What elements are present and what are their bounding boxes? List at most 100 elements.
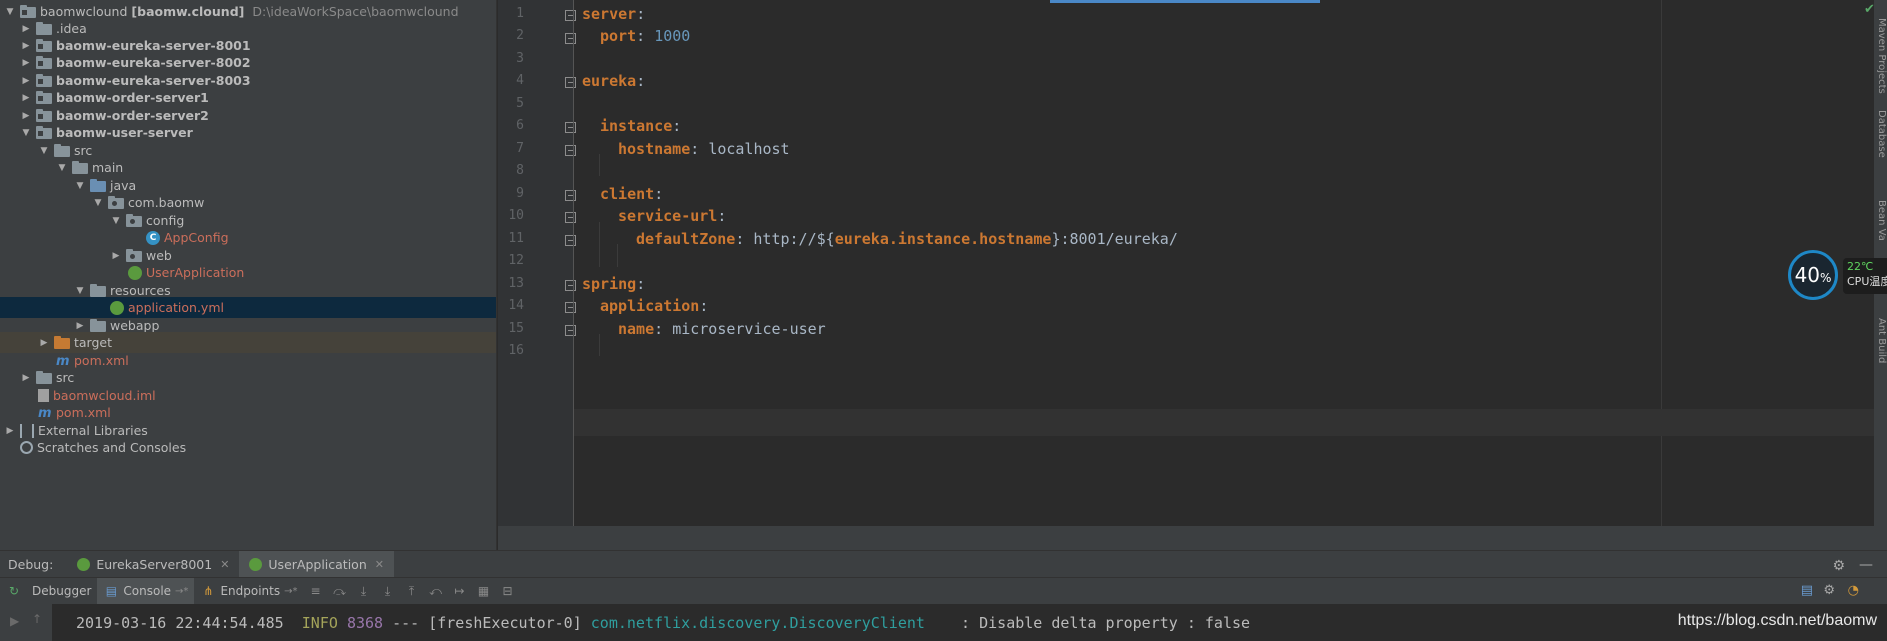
editor-gutter[interactable]: 1 2 3 4 5 6 7 8 9 10 11 12 13 14 15 16 <box>498 0 576 526</box>
chevron-down-icon[interactable]: ▼ <box>38 146 50 156</box>
chevron-right-icon[interactable]: ▶ <box>74 321 86 331</box>
chevron-down-icon[interactable]: ▼ <box>110 216 122 226</box>
debug-tab-userapplication[interactable]: UserApplication ✕ <box>239 550 394 578</box>
chevron-right-icon[interactable]: ▶ <box>38 338 50 348</box>
chevron-down-icon[interactable]: ▼ <box>74 286 86 296</box>
code-editor[interactable]: 1 2 3 4 5 6 7 8 9 10 11 12 13 14 15 16 s… <box>498 0 1887 550</box>
module-folder-icon <box>36 39 52 52</box>
source-folder-icon <box>90 179 106 192</box>
tree-item-label: config <box>146 213 185 228</box>
yaml-key: hostname <box>618 140 691 158</box>
chevron-right-icon[interactable]: ▶ <box>20 373 32 383</box>
fold-marker-icon[interactable] <box>565 235 576 246</box>
code-line-10: service-url: <box>618 207 726 225</box>
debug-toolbar: ↻ Debugger ▤ Console →* ⋔ Endpoints →* ≡ ⤼… <box>0 577 1887 605</box>
chevron-down-icon[interactable]: ▼ <box>92 198 104 208</box>
code-line-4: eureka: <box>582 72 645 90</box>
package-icon <box>126 249 142 262</box>
debug-tab-eureka8001[interactable]: EurekaServer8001 ✕ <box>67 551 239 578</box>
fold-marker-icon[interactable] <box>565 325 576 336</box>
chevron-down-icon[interactable]: ▼ <box>4 7 16 17</box>
chevron-down-icon[interactable]: ▼ <box>20 128 32 138</box>
tool-ant-build[interactable]: Ant Build <box>1876 318 1887 363</box>
tree-item-label: webapp <box>110 318 160 333</box>
chevron-right-icon[interactable]: ▶ <box>20 41 32 51</box>
fold-marker-icon[interactable] <box>565 77 576 88</box>
line-number: 7 <box>516 141 524 156</box>
chevron-right-icon[interactable]: ▶ <box>110 251 122 261</box>
tree-item-scratches[interactable]: Scratches and Consoles <box>0 437 496 458</box>
step-over-icon[interactable]: ⤼ <box>332 583 348 599</box>
tab-label: Debugger <box>32 584 92 598</box>
class-icon: C <box>146 230 160 245</box>
tab-debugger[interactable]: Debugger <box>26 578 97 605</box>
chevron-down-icon[interactable]: ▼ <box>56 163 68 173</box>
tool-database[interactable]: Database <box>1876 110 1887 158</box>
chevron-down-icon[interactable]: ▼ <box>74 181 86 191</box>
fold-marker-icon[interactable] <box>565 302 576 313</box>
close-icon[interactable]: ✕ <box>375 558 384 571</box>
fold-marker-icon[interactable] <box>565 280 576 291</box>
chevron-right-icon[interactable]: ▶ <box>20 93 32 103</box>
rerun-icon[interactable]: ↻ <box>6 583 22 599</box>
frames-icon[interactable]: ≡ <box>308 583 324 599</box>
tree-item-label: baomw-eureka-server-8002 <box>56 55 251 70</box>
fold-marker-icon[interactable] <box>565 10 576 21</box>
log-logger: com.netflix.discovery.DiscoveryClient <box>590 614 925 632</box>
drop-frame-icon[interactable]: ⤺ <box>428 583 444 599</box>
maven-icon: m <box>38 405 52 421</box>
run-to-cursor-icon[interactable]: ↦ <box>452 583 468 599</box>
tool-bean-validation[interactable]: Bean Va <box>1876 200 1887 241</box>
cpu-usage-gauge[interactable]: 40% <box>1788 250 1838 300</box>
line-number: 2 <box>516 28 524 43</box>
cpu-percent-unit: % <box>1820 270 1832 285</box>
minimize-icon[interactable]: — <box>1859 557 1873 573</box>
settings-icon[interactable]: ⚙ <box>1823 583 1835 598</box>
chevron-right-icon[interactable]: ▶ <box>4 426 16 436</box>
tab-console[interactable]: ▤ Console →* <box>97 577 195 605</box>
maven-icon: m <box>56 353 70 369</box>
close-icon[interactable]: ✕ <box>220 558 229 571</box>
yaml-colon: : <box>636 5 646 23</box>
chevron-right-icon[interactable]: ▶ <box>20 58 32 68</box>
tree-item-label: baomw-order-server1 <box>56 90 209 105</box>
line-number: 11 <box>508 231 524 246</box>
chevron-right-icon[interactable]: ▶ <box>20 111 32 121</box>
tool-maven-projects[interactable]: Maven Projects <box>1876 18 1887 94</box>
watermark: https://blog.csdn.net/baomw <box>1677 612 1877 629</box>
editor-horizontal-scrollbar[interactable] <box>498 526 1887 550</box>
chevron-right-icon[interactable]: ▶ <box>20 76 32 86</box>
fold-marker-icon[interactable] <box>565 145 576 156</box>
folder-icon <box>72 161 88 174</box>
evaluate-icon[interactable]: ▦ <box>476 583 492 599</box>
fold-marker-icon[interactable] <box>565 122 576 133</box>
memory-icon[interactable]: ◔ <box>1848 583 1859 598</box>
step-out-icon[interactable]: ⤒ <box>404 583 420 599</box>
line-number: 4 <box>516 73 524 88</box>
tab-label: Console <box>123 584 172 598</box>
force-step-into-icon[interactable]: ⤓ <box>380 583 396 599</box>
library-icon <box>20 423 34 438</box>
indent-guide <box>599 154 600 176</box>
console-output[interactable]: 2019-03-16 22:44:54.485 INFO 8368 --- [f… <box>52 604 1887 641</box>
project-tree[interactable]: ▼ baomwclound [baomw.clound] D:\ideaWork… <box>0 0 497 550</box>
log-pid: 8368 <box>346 614 384 632</box>
trace-icon[interactable]: ⊟ <box>500 583 516 599</box>
tab-endpoints[interactable]: ⋔ Endpoints →* <box>194 578 303 605</box>
tree-item-label: baomw-eureka-server-8001 <box>56 38 251 53</box>
current-line-highlight <box>574 409 1887 436</box>
module-folder-icon <box>36 91 52 104</box>
line-number: 12 <box>508 253 524 268</box>
tree-item-label: Scratches and Consoles <box>37 440 187 455</box>
fold-marker-icon[interactable] <box>565 33 576 44</box>
chevron-right-icon[interactable]: ▶ <box>20 24 32 34</box>
step-into-icon[interactable]: ⤓ <box>356 583 372 599</box>
cpu-temperature-label: CPU温度 <box>1847 275 1887 288</box>
gear-icon[interactable]: ⚙ <box>1832 558 1845 574</box>
resume-icon[interactable]: ▶ <box>10 614 19 628</box>
fold-marker-icon[interactable] <box>565 190 576 201</box>
layout-icon[interactable]: ▤ <box>1801 583 1813 598</box>
up-arrow-icon[interactable]: ↑ <box>32 612 42 626</box>
line-number: 16 <box>508 343 524 358</box>
fold-marker-icon[interactable] <box>565 212 576 223</box>
